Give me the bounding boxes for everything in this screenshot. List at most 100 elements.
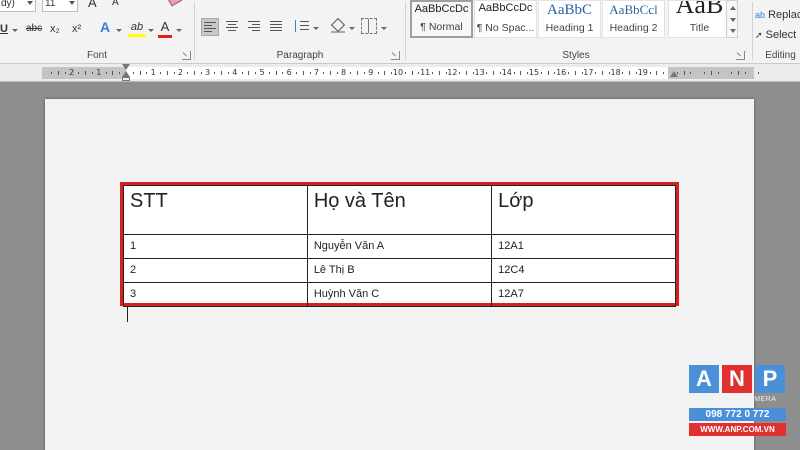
anp-watermark-logo: A N P MÁY TÍNH - CAMERA 098 772 0 772 WW… bbox=[689, 365, 786, 437]
font-dialog-launcher-icon[interactable] bbox=[182, 51, 191, 60]
superscript-button[interactable]: x² bbox=[72, 22, 81, 36]
ruler-tick bbox=[432, 72, 433, 74]
ruler-number: 18 bbox=[610, 68, 621, 77]
ruler-tick bbox=[276, 71, 277, 75]
align-center-button[interactable] bbox=[223, 18, 241, 36]
chevron-down-icon bbox=[12, 29, 18, 32]
align-left-button[interactable] bbox=[201, 18, 219, 36]
ruler-number: 13 bbox=[474, 68, 485, 77]
student-table[interactable]: STT Họ và Tên Lớp 1 Nguyễn Văn A 12A1 2 … bbox=[123, 185, 676, 307]
table-cell[interactable]: Lê Thị B bbox=[306, 258, 493, 283]
clear-format-button[interactable] bbox=[166, 0, 184, 7]
ruler-tick bbox=[58, 71, 59, 75]
ruler-tick bbox=[112, 71, 113, 75]
highlight-button[interactable]: ab bbox=[128, 20, 146, 37]
strikethrough-button[interactable]: abc bbox=[26, 22, 42, 36]
underline-button[interactable]: U bbox=[0, 22, 8, 36]
ruler-tick bbox=[486, 72, 487, 74]
style-sample: AaBbC bbox=[547, 2, 592, 18]
grow-font-button[interactable]: A bbox=[88, 0, 97, 10]
horizontal-ruler[interactable]: 2 1 1 2 3 4 5 6 7 8 9 10 11 12 13 14 15 16 17 18 19 bbox=[0, 64, 800, 82]
logo-letter: P bbox=[755, 365, 785, 393]
logo-letter: N bbox=[722, 365, 752, 393]
style-option[interactable]: AaBbCcl Heading 2 bbox=[602, 0, 665, 38]
ruler-tick bbox=[595, 72, 596, 74]
ruler-tick bbox=[282, 72, 283, 74]
first-line-indent-marker[interactable] bbox=[122, 64, 130, 70]
ruler-tick bbox=[51, 72, 52, 74]
font-color-button[interactable]: A bbox=[158, 20, 172, 38]
ruler-tick bbox=[194, 71, 195, 75]
font-name-combo[interactable]: dy) bbox=[0, 0, 36, 12]
right-indent-marker[interactable] bbox=[670, 71, 678, 77]
justify-button[interactable] bbox=[267, 18, 285, 36]
ruler-tick bbox=[330, 71, 331, 75]
left-indent-marker[interactable] bbox=[122, 77, 130, 81]
ruler-tick bbox=[738, 71, 739, 75]
table-cell[interactable]: 1 bbox=[123, 234, 308, 259]
table-cell[interactable]: 12C4 bbox=[491, 258, 676, 283]
replace-button[interactable]: ab Replac bbox=[755, 8, 800, 22]
style-option[interactable]: AaBbCcDc ¶ Normal bbox=[410, 0, 473, 38]
table-cell[interactable]: Huỳnh Văn C bbox=[306, 282, 493, 307]
chevron-down-icon bbox=[27, 1, 33, 5]
align-right-button[interactable] bbox=[245, 18, 263, 36]
chevron-up-icon bbox=[730, 6, 736, 10]
chevron-down-icon bbox=[313, 27, 319, 30]
arrow-icon bbox=[295, 20, 296, 32]
strikethrough-icon: abc bbox=[26, 23, 43, 34]
text-effects-button[interactable]: A bbox=[100, 20, 110, 34]
style-name: Title bbox=[689, 22, 710, 34]
ruler-tick bbox=[500, 72, 501, 74]
ruler-tick bbox=[228, 72, 229, 74]
style-option[interactable]: AaBbCcDc ¶ No Spac... bbox=[474, 0, 537, 38]
table-cell[interactable]: Nguyễn Văn A bbox=[306, 234, 493, 259]
ruler-tick bbox=[405, 72, 406, 74]
table-row: 1 Nguyễn Văn A 12A1 bbox=[123, 234, 676, 259]
line-spacing-button[interactable] bbox=[293, 18, 311, 36]
ribbon: dy) 11 A A U abc x₂ x² A ab A Font Parag… bbox=[0, 0, 800, 64]
ruler-tick bbox=[65, 72, 66, 74]
subscript-button[interactable]: x₂ bbox=[50, 22, 60, 36]
ruler-tick bbox=[418, 72, 419, 74]
table-cell[interactable]: 12A7 bbox=[491, 282, 676, 307]
chevron-down-icon bbox=[381, 27, 387, 30]
table-cell[interactable]: 2 bbox=[123, 258, 308, 283]
ruler-tick bbox=[541, 72, 542, 74]
logo-letter: A bbox=[689, 365, 719, 393]
ruler-tick bbox=[493, 71, 494, 75]
select-label: Select bbox=[765, 29, 797, 41]
ruler-tick bbox=[745, 72, 746, 74]
style-name: Heading 2 bbox=[609, 22, 658, 34]
styles-dialog-launcher-icon[interactable] bbox=[736, 51, 745, 60]
logo-subtitle: MÁY TÍNH - CAMERA bbox=[698, 396, 777, 403]
ruler-tick bbox=[629, 71, 630, 75]
table-cell[interactable]: 12A1 bbox=[491, 234, 676, 259]
paragraph-dialog-launcher-icon[interactable] bbox=[391, 51, 400, 60]
ruler-number: 1 bbox=[150, 68, 156, 77]
borders-button[interactable] bbox=[361, 18, 377, 34]
ruler-tick bbox=[242, 72, 243, 74]
ruler-tick bbox=[106, 72, 107, 74]
paragraph-top-row bbox=[201, 0, 331, 4]
header-cell-class[interactable]: Lớp bbox=[491, 185, 676, 235]
shading-button[interactable] bbox=[329, 17, 347, 36]
paragraph-group-label: Paragraph bbox=[276, 50, 324, 61]
styles-group: AaBbCcDc ¶ Normal AaBbCcDc ¶ No Spac... AaBb… bbox=[406, 0, 746, 64]
ruler-tick bbox=[323, 72, 324, 74]
select-button[interactable]: ➚ Select bbox=[755, 28, 796, 42]
ruler-tick bbox=[303, 71, 304, 75]
shrink-font-button[interactable]: A bbox=[112, 0, 119, 10]
font-size-combo[interactable]: 11 bbox=[42, 0, 78, 12]
ruler-tick bbox=[357, 71, 358, 75]
header-cell-stt[interactable]: STT bbox=[123, 185, 308, 235]
table-cell[interactable]: 3 bbox=[123, 282, 308, 307]
style-option[interactable]: AaBbC Heading 1 bbox=[538, 0, 601, 38]
ruler-tick bbox=[350, 72, 351, 74]
header-cell-name[interactable]: Họ và Tên bbox=[306, 185, 493, 235]
ruler-number: 5 bbox=[259, 68, 265, 77]
styles-gallery-scroll[interactable] bbox=[726, 0, 738, 38]
ruler-number: 14 bbox=[501, 68, 512, 77]
style-option[interactable]: AaB Title bbox=[668, 0, 731, 38]
text-cursor bbox=[127, 306, 128, 322]
